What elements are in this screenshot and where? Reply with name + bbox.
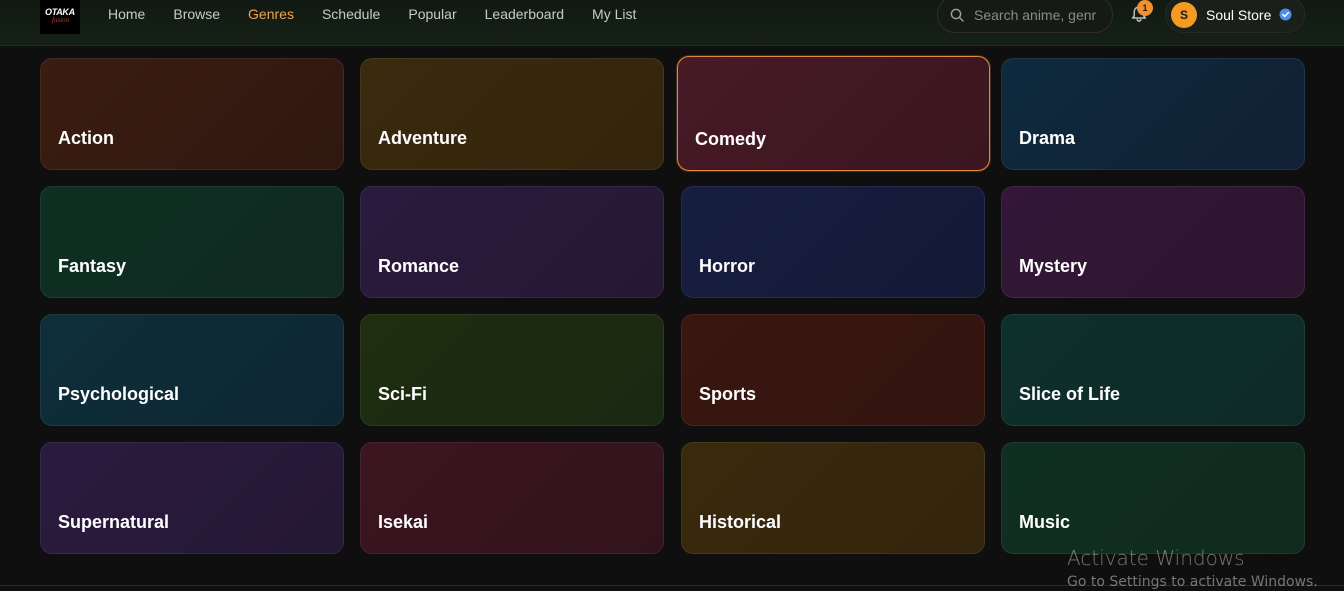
main-nav: Home Browse Genres Schedule Popular Leaderboa…	[108, 6, 664, 22]
watermark-subtitle: Go to Settings to activate Windows.	[1067, 574, 1318, 590]
genre-card-label: Fantasy	[58, 256, 127, 276]
genre-card-label: Action	[58, 128, 114, 148]
nav-item-leaderboard[interactable]: Leaderboard	[485, 6, 564, 22]
genre-card-label: Comedy	[695, 129, 767, 149]
nav-item-genres[interactable]: Genres	[248, 6, 294, 22]
watermark-title: Activate Windows	[1067, 546, 1245, 570]
genre-card-label: Isekai	[378, 512, 429, 532]
genre-card-sci-fi[interactable]: Sci-Fi	[360, 314, 664, 426]
genre-card-drama[interactable]: Drama	[1001, 58, 1305, 170]
search-icon	[950, 8, 964, 22]
avatar: S	[1171, 2, 1197, 28]
genre-card-comedy[interactable]: Comedy	[677, 56, 990, 171]
genre-card-isekai[interactable]: Isekai	[360, 442, 664, 554]
top-navigation-bar: OTAKA fusion Home Browse Genres Schedule Pop…	[0, 0, 1344, 46]
verified-badge-icon	[1279, 8, 1292, 21]
genre-card-label: Historical	[699, 512, 782, 532]
genre-card-fantasy[interactable]: Fantasy	[40, 186, 344, 298]
genre-card-label: Supernatural	[58, 512, 170, 532]
genre-card-label: Adventure	[378, 128, 468, 148]
genre-card-label: Music	[1019, 512, 1071, 532]
genre-card-adventure[interactable]: Adventure	[360, 58, 664, 170]
genre-card-label: Drama	[1019, 128, 1076, 148]
genre-card-music[interactable]: Music	[1001, 442, 1305, 554]
genre-card-label: Psychological	[58, 384, 180, 404]
nav-item-schedule[interactable]: Schedule	[322, 6, 380, 22]
genre-card-supernatural[interactable]: Supernatural	[40, 442, 344, 554]
site-logo[interactable]: OTAKA fusion	[40, 0, 80, 34]
genre-card-historical[interactable]: Historical	[681, 442, 985, 554]
nav-item-my-list[interactable]: My List	[592, 6, 636, 22]
nav-item-popular[interactable]: Popular	[408, 6, 456, 22]
nav-item-browse[interactable]: Browse	[173, 6, 220, 22]
search-input[interactable]	[974, 6, 1106, 24]
genre-card-romance[interactable]: Romance	[360, 186, 664, 298]
genre-card-psychological[interactable]: Psychological	[40, 314, 344, 426]
genre-card-label: Sports	[699, 384, 757, 404]
genre-card-label: Horror	[699, 256, 756, 276]
genre-card-label: Mystery	[1019, 256, 1088, 276]
search-box[interactable]	[937, 0, 1113, 33]
genre-card-action[interactable]: Action	[40, 58, 344, 170]
genre-card-mystery[interactable]: Mystery	[1001, 186, 1305, 298]
nav-item-home[interactable]: Home	[108, 6, 145, 22]
genre-card-horror[interactable]: Horror	[681, 186, 985, 298]
genre-card-label: Slice of Life	[1019, 384, 1121, 404]
genre-card-sports[interactable]: Sports	[681, 314, 985, 426]
user-menu[interactable]: S Soul Store	[1165, 0, 1305, 33]
genre-card-slice-of-life[interactable]: Slice of Life	[1001, 314, 1305, 426]
logo-subtext: fusion	[52, 16, 70, 24]
genre-card-label: Romance	[378, 256, 460, 276]
notification-count-badge: 1	[1137, 0, 1153, 16]
genre-card-label: Sci-Fi	[378, 384, 428, 404]
windows-activation-watermark: Activate Windows Go to Settings to activ…	[1067, 546, 1318, 590]
username: Soul Store	[1206, 7, 1272, 23]
